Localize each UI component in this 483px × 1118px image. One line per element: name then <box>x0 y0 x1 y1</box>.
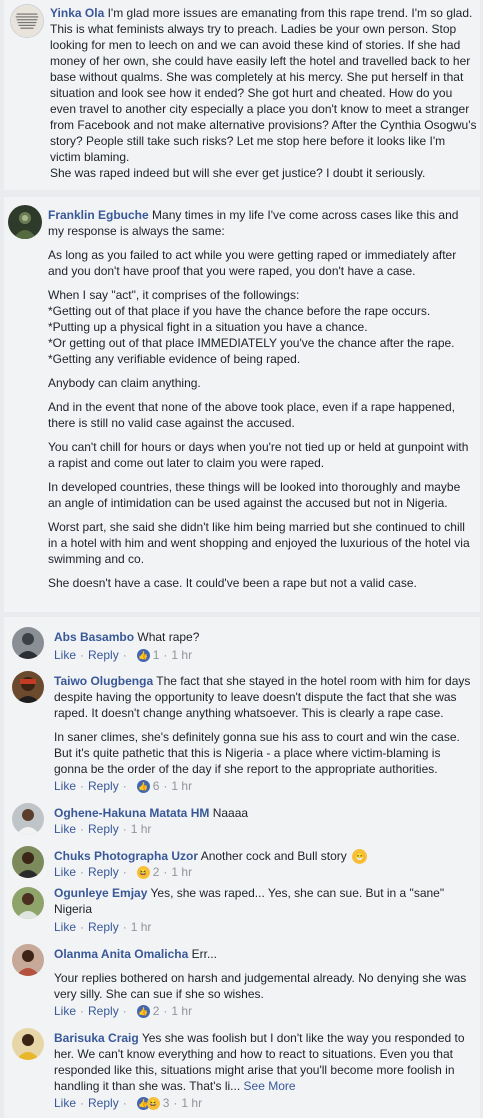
timestamp[interactable]: 1 hr <box>171 865 192 879</box>
reply-actions: Like · Reply · 😆 2 · 1 hr <box>54 865 193 879</box>
replies-section: Abs Basambo What rape? Like · Reply · 👍 1 · … <box>4 617 480 1118</box>
timestamp[interactable]: 1 hr <box>171 779 192 793</box>
comment-text: Franklin Egbuche Many times in my life I… <box>48 208 470 590</box>
like-link[interactable]: Like <box>54 865 76 879</box>
reply-text: Barisuka Craig Yes she was foolish but I… <box>54 1031 465 1093</box>
timestamp[interactable]: 1 hr <box>171 1004 192 1018</box>
avatar[interactable] <box>12 846 44 878</box>
reactions[interactable]: 👍 6 <box>136 779 159 793</box>
avatar[interactable] <box>12 1028 44 1060</box>
like-link[interactable]: Like <box>54 779 76 793</box>
like-link[interactable]: Like <box>54 648 76 662</box>
like-link[interactable]: Like <box>54 822 76 836</box>
commenter-name[interactable]: Franklin Egbuche <box>48 208 149 222</box>
timestamp[interactable]: 1 hr <box>181 1096 202 1110</box>
haha-reaction-icon: 😆 <box>136 865 150 879</box>
reply-actions: Like · Reply · 👍 😆 3 · 1 hr <box>54 1096 203 1110</box>
reply-barisuka-craig: Barisuka Craig Yes she was foolish but I… <box>4 1026 480 1116</box>
like-link[interactable]: Like <box>54 1096 76 1110</box>
avatar[interactable] <box>12 627 44 659</box>
reply-link[interactable]: Reply <box>88 1004 119 1018</box>
reply-link[interactable]: Reply <box>88 779 119 793</box>
timestamp[interactable]: 1 hr <box>131 822 152 836</box>
timestamp[interactable]: 1 hr <box>131 920 152 934</box>
commenter-name[interactable]: Abs Basambo <box>54 630 134 644</box>
reply-link[interactable]: Reply <box>88 822 119 836</box>
reply-actions: Like · Reply · 👍 6 · 1 hr <box>54 779 193 793</box>
reply-ogunleye-emjay: Ogunleye Emjay Yes, she was raped... Yes… <box>4 885 480 937</box>
commenter-name[interactable]: Chuks Photographa Uzor <box>54 849 198 863</box>
comment-yinka-ola: Yinka Ola I'm glad more issues are emana… <box>4 0 480 190</box>
reply-actions: Like · Reply · 1 hr <box>54 920 152 934</box>
see-more-link[interactable]: See More <box>244 1079 296 1093</box>
avatar[interactable] <box>12 671 44 703</box>
commenter-name[interactable]: Oghene-Hakuna Matata HM <box>54 806 209 820</box>
reply-olanma: Olanma Anita Omalicha Err... Your replie… <box>4 942 480 1022</box>
commenter-name[interactable]: Olanma Anita Omalicha <box>54 947 188 961</box>
commenter-name[interactable]: Barisuka Craig <box>54 1031 139 1045</box>
like-reaction-icon: 👍 <box>136 779 150 793</box>
comment-text: Yinka Ola I'm glad more issues are emana… <box>50 6 477 180</box>
reply-link[interactable]: Reply <box>88 648 119 662</box>
reply-abs-basambo: Abs Basambo What rape? Like · Reply · 👍 1 · … <box>4 625 480 665</box>
reactions[interactable]: 👍 1 <box>136 648 159 662</box>
reply-text: Oghene-Hakuna Matata HM Naaaa <box>54 806 249 820</box>
reactions[interactable]: 👍 😆 3 <box>136 1096 169 1110</box>
timestamp[interactable]: 1 hr <box>171 648 192 662</box>
commenter-name[interactable]: Yinka Ola <box>50 6 104 20</box>
reply-chuks: Chuks Photographa Uzor Another cock and … <box>4 844 480 884</box>
haha-reaction-icon: 😆 <box>146 1096 160 1110</box>
like-link[interactable]: Like <box>54 1004 76 1018</box>
avatar[interactable] <box>12 887 44 919</box>
reply-actions: Like · Reply · 👍 2 · 1 hr <box>54 1004 193 1018</box>
comment-franklin-egbuche: Franklin Egbuche Many times in my life I… <box>4 197 480 612</box>
reply-text: Chuks Photographa Uzor Another cock and … <box>54 849 368 865</box>
reply-actions: Like · Reply · 1 hr <box>54 822 152 836</box>
reply-oghene-hakuna: Oghene-Hakuna Matata HM Naaaa Like · Repl… <box>4 801 480 841</box>
like-link[interactable]: Like <box>54 920 76 934</box>
reply-text: Taiwo Olugbenga The fact that she stayed… <box>54 674 471 776</box>
reply-actions: Like · Reply · 👍 1 · 1 hr <box>54 648 193 662</box>
like-reaction-icon: 👍 <box>136 648 150 662</box>
avatar[interactable] <box>12 944 44 976</box>
reply-text: Abs Basambo What rape? <box>54 630 200 644</box>
reply-text: Olanma Anita Omalicha Err... Your replie… <box>54 947 467 1001</box>
reply-taiwo-olugbenga: Taiwo Olugbenga The fact that she stayed… <box>4 669 480 799</box>
avatar[interactable] <box>10 4 44 38</box>
avatar[interactable] <box>12 803 44 835</box>
reply-link[interactable]: Reply <box>88 865 119 879</box>
grinning-emoji-icon: 😁 <box>352 849 368 865</box>
reply-link[interactable]: Reply <box>88 920 119 934</box>
reply-text: Ogunleye Emjay Yes, she was raped... Yes… <box>54 886 445 916</box>
reply-link[interactable]: Reply <box>88 1096 119 1110</box>
commenter-name[interactable]: Ogunleye Emjay <box>54 886 147 900</box>
reactions[interactable]: 😆 2 <box>136 865 159 879</box>
reactions[interactable]: 👍 2 <box>136 1004 159 1018</box>
like-reaction-icon: 👍 <box>136 1004 150 1018</box>
avatar[interactable] <box>8 205 42 239</box>
commenter-name[interactable]: Taiwo Olugbenga <box>54 674 153 688</box>
